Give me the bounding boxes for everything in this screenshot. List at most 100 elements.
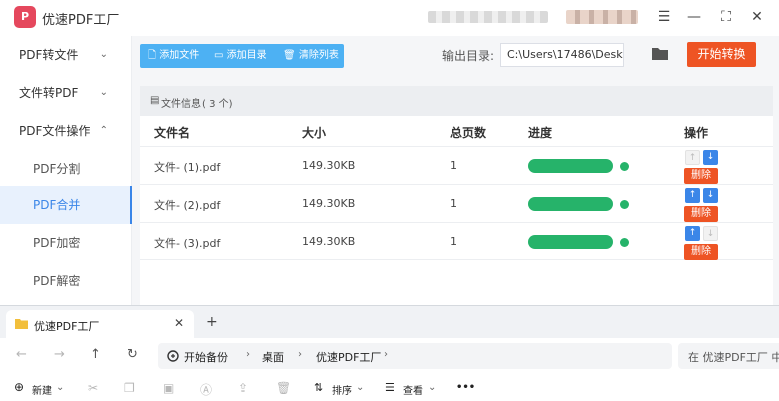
delete-button[interactable]: 删除 <box>684 168 718 184</box>
table-row: 文件- (3).pdf 149.30KB 1 ↑ ↓ 删除 <box>140 222 773 260</box>
move-up-button[interactable]: ↑ <box>685 226 700 241</box>
move-down-button[interactable]: ↓ <box>703 150 718 165</box>
tab-title: 优速PDF工厂 <box>34 320 100 333</box>
app-logo-icon: P <box>14 6 36 28</box>
file-info-header: ▤ 文件信息 ( 3 个) <box>140 86 773 116</box>
open-folder-icon[interactable] <box>651 45 669 61</box>
page-count: 1 <box>450 197 457 210</box>
move-up-button[interactable]: ↑ <box>685 188 700 203</box>
folder-icon: ▭ <box>214 50 227 61</box>
chevron-down-icon: ⌄ <box>99 87 108 98</box>
new-button[interactable]: 新建 <box>32 382 52 397</box>
delete-button[interactable]: 删除 <box>684 206 718 222</box>
sort-button[interactable]: 排序 <box>332 382 352 397</box>
start-convert-button[interactable]: 开始转换 <box>687 42 756 67</box>
maximize-button[interactable]: ⛶ <box>716 7 736 27</box>
close-button[interactable]: ✕ <box>747 7 767 27</box>
sidebar-item-pdf-merge[interactable]: PDF合并 <box>0 186 132 224</box>
column-header-size: 大小 <box>302 126 327 140</box>
output-dir-field[interactable]: C:\Users\17486\Deskto <box>500 43 624 67</box>
file-name: 文件- (2).pdf <box>154 199 221 212</box>
file-count: ( 3 个) <box>202 99 233 110</box>
breadcrumb-desktop[interactable]: 桌面 <box>262 349 284 365</box>
chevron-down-icon: ⌄ <box>428 382 437 393</box>
file-name: 文件- (3).pdf <box>154 237 221 250</box>
breadcrumb-folder[interactable]: 优速PDF工厂 <box>316 349 381 365</box>
progress-bar <box>528 159 613 173</box>
copy-icon[interactable]: ❐ <box>124 381 135 395</box>
title-bar: P 优速PDF工厂 ☰ — ⛶ ✕ <box>0 0 779 36</box>
delete-icon[interactable]: 🗑 <box>276 381 291 395</box>
sidebar-item-file-to-pdf[interactable]: 文件转PDF ⌄ <box>0 74 132 112</box>
app-title: 优速PDF工厂 <box>42 13 120 28</box>
view-icon: ☰ <box>385 381 395 394</box>
sidebar-item-label: PDF转文件 <box>19 48 79 62</box>
chevron-right-icon: › <box>298 349 302 360</box>
check-circle-icon <box>620 238 629 247</box>
rename-icon[interactable]: Ⓐ <box>200 381 212 398</box>
close-tab-icon[interactable]: ✕ <box>174 316 184 330</box>
sidebar-item-pdf-to-file[interactable]: PDF转文件 ⌄ <box>0 36 132 74</box>
new-tab-button[interactable]: + <box>206 314 218 330</box>
column-header-pages: 总页数 <box>450 126 487 140</box>
sort-icon: ⇅ <box>314 381 324 394</box>
pdf-app-window: P 优速PDF工厂 ☰ — ⛶ ✕ PDF转文件 ⌄ 文件转PDF ⌄ PDF文… <box>0 0 779 305</box>
menu-icon[interactable]: ☰ <box>654 7 674 27</box>
forward-arrow-icon[interactable]: → <box>54 347 65 362</box>
file-toolbar: 🗋 添加文件 ▭ 添加目录 🗑 清除列表 <box>140 44 344 68</box>
back-arrow-icon[interactable]: ← <box>16 347 27 362</box>
view-button[interactable]: 查看 <box>403 382 423 397</box>
chevron-right-icon: › <box>384 349 388 360</box>
move-up-button[interactable]: ↑ <box>685 150 700 165</box>
explorer-nav-bar: ← → ↑ ↻ 开始备份 › 桌面 › 优速PDF工厂 › 在 优速PDF工厂 … <box>0 338 779 376</box>
folder-icon <box>15 319 28 329</box>
progress-bar <box>528 235 613 249</box>
chevron-down-icon: ⌄ <box>99 49 108 60</box>
blurred-user-avatar <box>566 10 638 24</box>
clear-list-button[interactable]: 🗑 清除列表 <box>283 44 339 68</box>
sidebar-item-pdf-operations[interactable]: PDF文件操作 ⌃ <box>0 112 132 150</box>
up-arrow-icon[interactable]: ↑ <box>90 347 101 362</box>
document-icon: ▤ <box>150 95 160 106</box>
sidebar-item-label: 文件转PDF <box>19 86 79 100</box>
output-dir-label: 输出目录: <box>442 49 495 63</box>
file-explorer-window: 优速PDF工厂 ✕ + ← → ↑ ↻ 开始备份 › 桌面 › 优速PDF工厂 … <box>0 305 779 401</box>
chevron-right-icon: › <box>246 349 250 360</box>
sidebar-item-label: PDF文件操作 <box>19 124 91 138</box>
column-header-progress: 进度 <box>528 126 553 140</box>
delete-button[interactable]: 删除 <box>684 244 718 260</box>
chevron-down-icon: ⌄ <box>56 382 65 393</box>
share-icon[interactable]: ⇪ <box>238 381 248 395</box>
trash-icon: 🗑 <box>283 50 299 61</box>
minimize-button[interactable]: — <box>684 7 704 27</box>
check-circle-icon <box>620 162 629 171</box>
cut-icon[interactable]: ✂ <box>88 381 98 395</box>
table-row: 文件- (2).pdf 149.30KB 1 ↑ ↓ 删除 <box>140 184 773 222</box>
search-input[interactable]: 在 优速PDF工厂 中 <box>678 343 779 369</box>
page-count: 1 <box>450 159 457 172</box>
check-circle-icon <box>620 200 629 209</box>
add-directory-button[interactable]: ▭ 添加目录 <box>214 44 267 68</box>
explorer-tab[interactable]: 优速PDF工厂 ✕ <box>6 310 194 338</box>
sidebar-item-pdf-encrypt[interactable]: PDF加密 <box>0 224 132 262</box>
sidebar: PDF转文件 ⌄ 文件转PDF ⌄ PDF文件操作 ⌃ PDF分割 PDF合并 … <box>0 36 132 305</box>
file-icon: 🗋 <box>148 50 160 61</box>
move-down-button[interactable]: ↓ <box>703 226 718 241</box>
sidebar-item-pdf-decrypt[interactable]: PDF解密 <box>0 262 132 300</box>
refresh-icon[interactable]: ↻ <box>127 347 138 362</box>
chevron-down-icon: ⌄ <box>356 382 365 393</box>
breadcrumb-backup[interactable]: 开始备份 <box>184 349 228 365</box>
more-options-icon[interactable]: ••• <box>456 382 475 393</box>
sidebar-item-pdf-split[interactable]: PDF分割 <box>0 150 132 188</box>
add-file-button[interactable]: 🗋 添加文件 <box>148 44 199 68</box>
address-bar[interactable]: 开始备份 › 桌面 › 优速PDF工厂 › <box>158 343 672 369</box>
paste-icon[interactable]: ▣ <box>163 381 174 395</box>
file-name: 文件- (1).pdf <box>154 161 221 174</box>
backup-icon <box>167 350 179 362</box>
move-down-button[interactable]: ↓ <box>703 188 718 203</box>
file-info-label: 文件信息 <box>161 99 201 110</box>
search-placeholder: 在 优速PDF工厂 中 <box>688 351 779 364</box>
page-count: 1 <box>450 235 457 248</box>
explorer-command-bar: ⊕ 新建 ⌄ ✂ ❐ ▣ Ⓐ ⇪ 🗑 ⇅ 排序 ⌄ ☰ 查看 ⌄ ••• <box>0 376 779 401</box>
blurred-account-info <box>428 11 548 23</box>
